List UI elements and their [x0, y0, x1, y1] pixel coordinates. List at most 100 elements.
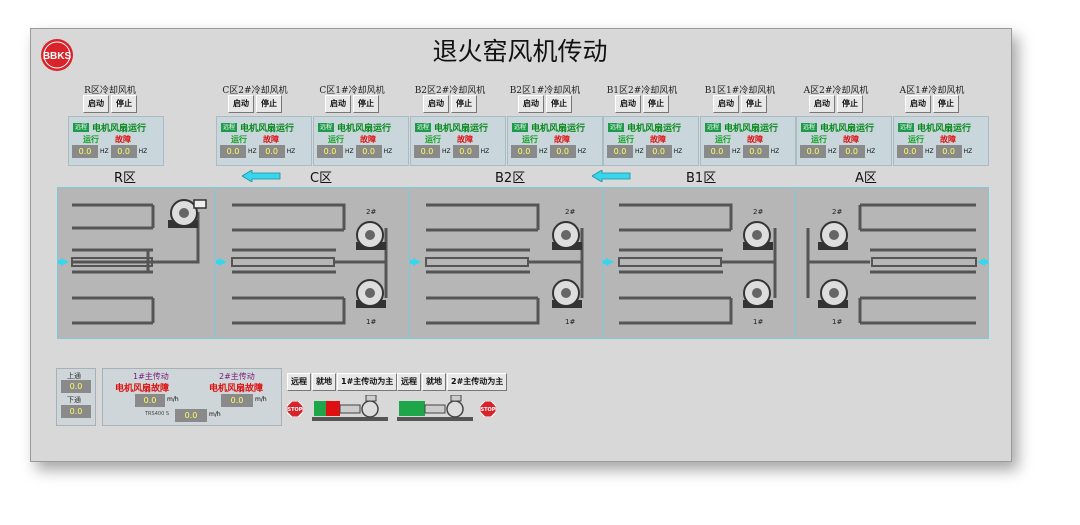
- cooling-fan-icon: [818, 279, 848, 308]
- start-button[interactable]: 启动: [83, 95, 109, 113]
- duct-section-b2: 2# 1#: [409, 187, 603, 339]
- frequency-row: 0.0 HZ 0.0 HZ: [704, 145, 779, 158]
- frequency-unit: HZ: [539, 148, 548, 155]
- start-button[interactable]: 启动: [905, 95, 931, 113]
- stop-button[interactable]: 停止: [353, 95, 379, 113]
- fault-indicator: 故障: [263, 135, 279, 144]
- start-button[interactable]: 启动: [228, 95, 254, 113]
- running-text: 电机风扇运行: [724, 124, 779, 134]
- frequency-row: 0.0 HZ 0.0 HZ: [220, 145, 295, 158]
- running-text: 电机风扇运行: [820, 124, 875, 134]
- duct-section-r: [57, 187, 216, 339]
- stop-button-2[interactable]: STOP: [480, 401, 496, 417]
- main1-primary-button[interactable]: 1#主传动为主: [337, 373, 398, 391]
- fault-indicator: 故障: [843, 135, 859, 144]
- frequency-unit: HZ: [100, 148, 109, 155]
- run-fault-row: 运行 故障: [618, 134, 666, 145]
- frequency-value: 0.0: [742, 145, 769, 158]
- start-button[interactable]: 启动: [423, 95, 449, 113]
- run-fault-row: 运行 故障: [328, 134, 376, 145]
- start-button[interactable]: 启动: [518, 95, 544, 113]
- run-indicator: 运行: [328, 135, 344, 144]
- fan-button-group: 启动 停止: [228, 95, 282, 113]
- frequency-unit: HZ: [866, 148, 876, 155]
- fan-button-group: 启动 停止: [809, 95, 863, 113]
- stop-button[interactable]: 停止: [643, 95, 669, 113]
- frequency-row: 0.0 HZ 0.0 HZ: [511, 145, 586, 158]
- stop-button[interactable]: 停止: [256, 95, 282, 113]
- start-button[interactable]: 启动: [809, 95, 835, 113]
- start-button[interactable]: 启动: [325, 95, 351, 113]
- fan-button-group: 启动 停止: [83, 95, 137, 113]
- local-button-2[interactable]: 就地: [422, 373, 446, 391]
- stop-button[interactable]: 停止: [837, 95, 863, 113]
- main2-primary-button[interactable]: 2#主传动为主: [447, 373, 508, 391]
- cooling-fan-icon: [552, 279, 582, 308]
- motor-tag-2: 2#: [832, 208, 842, 216]
- frequency-value: 0.0: [72, 145, 98, 158]
- frequency-row: 0.0 HZ 0.0 HZ: [72, 145, 147, 158]
- cooling-fan-icon: [743, 221, 773, 250]
- upper-pressure-value: 0.0: [61, 380, 91, 393]
- fault-indicator: 故障: [115, 135, 131, 144]
- lower-pressure-label: 下通: [67, 396, 81, 404]
- frequency-row: 0.0 HZ 0.0 HZ: [897, 145, 972, 158]
- drive2-unit: m/h: [255, 396, 267, 403]
- drive2-value: 0.0: [221, 394, 253, 407]
- zone-label-r: R区: [114, 171, 137, 186]
- status-row: 远程 电机风扇运行: [318, 121, 391, 134]
- fault-indicator: 故障: [747, 135, 763, 144]
- motor-tag-1: 1#: [832, 318, 842, 326]
- frequency-value: 0.0: [511, 145, 537, 158]
- running-text: 电机风扇运行: [240, 124, 295, 134]
- speed-label: TRS400 S: [145, 411, 170, 417]
- run-fault-row: 运行 故障: [231, 134, 279, 145]
- fan-status-panel: 远程 电机风扇运行 运行 故障 0.0 HZ 0.0 HZ: [507, 116, 603, 166]
- remote-badge: 远程: [415, 123, 432, 132]
- cooling-fan-icon: [356, 279, 386, 308]
- motor-tag-1: 1#: [366, 318, 376, 326]
- fault-indicator: 故障: [554, 135, 570, 144]
- frequency-unit: HZ: [442, 148, 451, 155]
- stop-button[interactable]: 停止: [111, 95, 137, 113]
- stop-button[interactable]: 停止: [546, 95, 572, 113]
- frequency-value: 0.0: [317, 145, 343, 158]
- stop-button[interactable]: 停止: [741, 95, 767, 113]
- fan-button-group: 启动 停止: [905, 95, 959, 113]
- frequency-value: 0.0: [452, 145, 479, 158]
- motor-tag-2: 2#: [753, 208, 763, 216]
- frequency-row: 0.0 HZ 0.0 HZ: [607, 145, 682, 158]
- local-button-1[interactable]: 就地: [312, 373, 336, 391]
- fault-indicator: 故障: [650, 135, 666, 144]
- frequency-value: 0.0: [800, 145, 826, 158]
- flow-arrow-left-icon: [242, 170, 281, 182]
- frequency-unit: HZ: [828, 148, 837, 155]
- run-fault-row: 运行 故障: [908, 134, 956, 145]
- frequency-value: 0.0: [704, 145, 730, 158]
- frequency-unit: HZ: [577, 148, 587, 155]
- start-button[interactable]: 启动: [615, 95, 641, 113]
- drive2-status: 电机风扇故障: [209, 384, 264, 394]
- running-text: 电机风扇运行: [434, 124, 489, 134]
- motor-tag-1: 1#: [565, 318, 575, 326]
- status-row: 远程 电机风扇运行: [221, 121, 294, 134]
- frequency-unit: HZ: [963, 148, 973, 155]
- frequency-value: 0.0: [355, 145, 382, 158]
- running-text: 电机风扇运行: [337, 124, 392, 134]
- stop-button-1[interactable]: STOP: [287, 401, 303, 417]
- remote-button-1[interactable]: 远程: [287, 373, 311, 391]
- frequency-value: 0.0: [838, 145, 865, 158]
- frequency-unit: HZ: [673, 148, 683, 155]
- start-button[interactable]: 启动: [713, 95, 739, 113]
- duct-section-c: 2# 1#: [215, 187, 410, 339]
- frequency-unit: HZ: [383, 148, 393, 155]
- remote-badge: 远程: [898, 123, 915, 132]
- remote-button-2[interactable]: 远程: [397, 373, 421, 391]
- fan-status-panel: 远程 电机风扇运行 运行 故障 0.0 HZ 0.0 HZ: [410, 116, 506, 166]
- stop-button[interactable]: 停止: [451, 95, 477, 113]
- stop-button[interactable]: 停止: [933, 95, 959, 113]
- main-drive-motor-1-icon: [312, 395, 388, 421]
- speed-unit: m/h: [209, 411, 221, 418]
- run-indicator: 运行: [231, 135, 247, 144]
- zone-label-a: A区: [855, 171, 877, 186]
